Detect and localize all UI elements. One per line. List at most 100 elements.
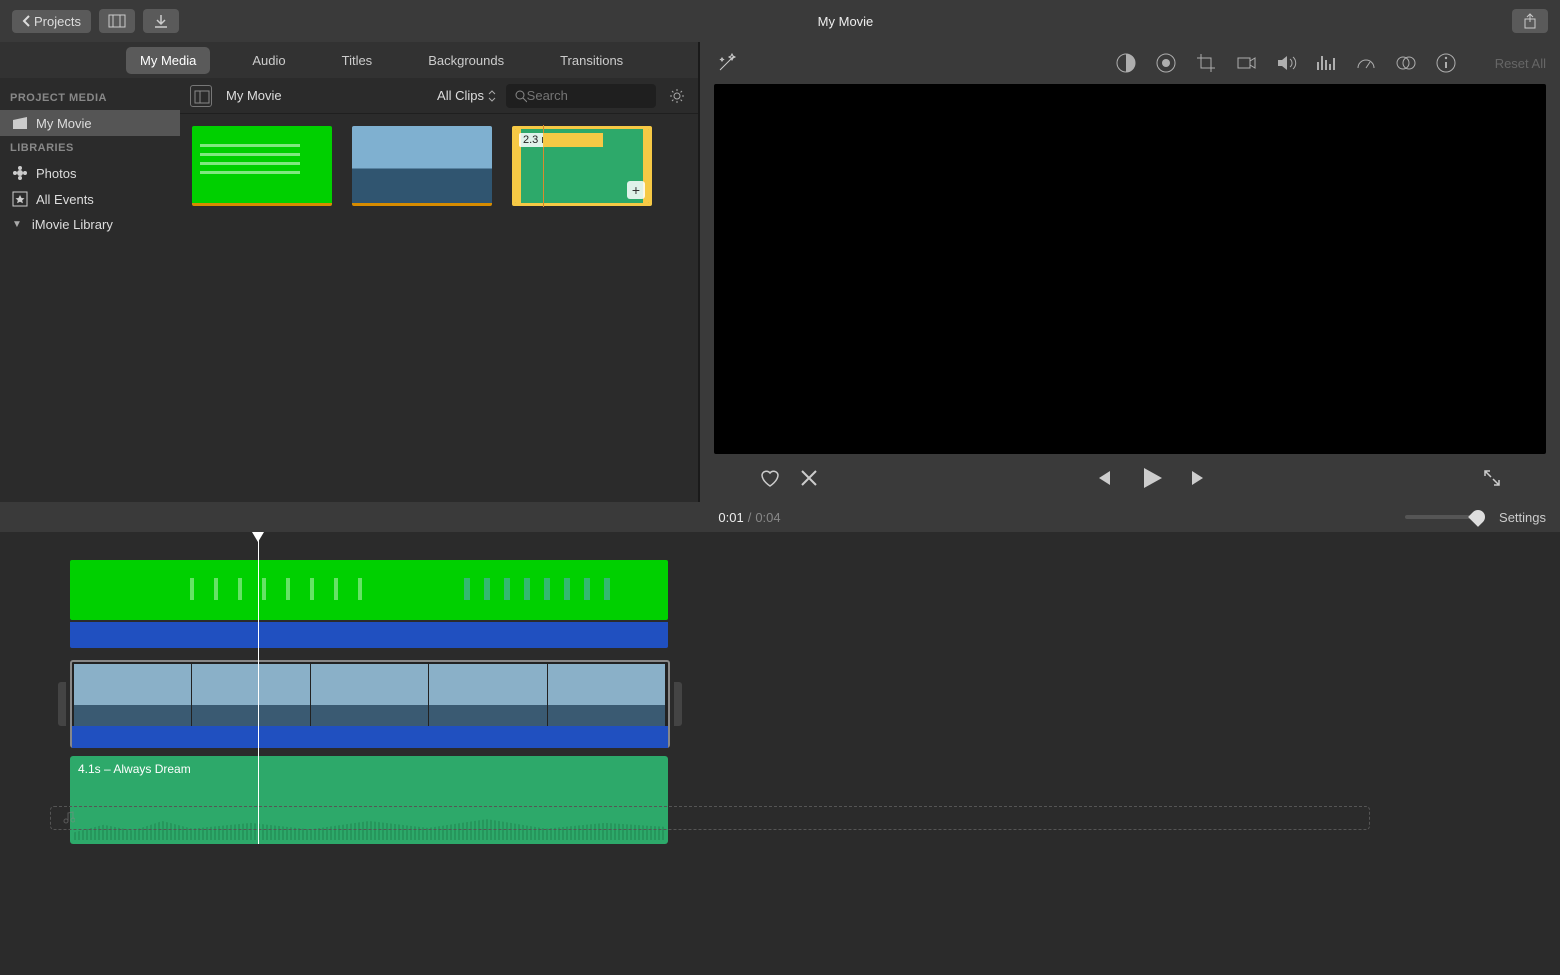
- timeline[interactable]: 4.1s – Always Dream: [0, 532, 1560, 844]
- timeline-zoom-slider[interactable]: [781, 515, 1499, 519]
- fullscreen-button[interactable]: [1482, 468, 1502, 488]
- reset-all-button[interactable]: Reset All: [1495, 56, 1546, 71]
- back-to-projects-button[interactable]: Projects: [12, 10, 91, 33]
- reject-button[interactable]: [798, 467, 820, 489]
- clip-filter-button[interactable]: [1395, 52, 1417, 74]
- back-label: Projects: [34, 14, 81, 29]
- clip-audio-track[interactable]: [70, 622, 668, 648]
- star-box-icon: [12, 191, 28, 207]
- import-button[interactable]: [143, 9, 179, 33]
- total-duration: 0:04: [755, 510, 780, 525]
- tab-titles[interactable]: Titles: [328, 47, 387, 74]
- video-layout-button[interactable]: [99, 9, 135, 33]
- disclosure-triangle-icon: ▼: [12, 219, 22, 230]
- x-icon: [798, 467, 820, 489]
- speaker-icon: [1275, 52, 1297, 74]
- auto-enhance-button[interactable]: [714, 50, 740, 76]
- sidebar: PROJECT MEDIA My Movie LIBRARIES Photos: [0, 78, 180, 502]
- speedometer-icon: [1355, 52, 1377, 74]
- clips-filter-dropdown[interactable]: All Clips: [437, 88, 496, 103]
- timeline-settings-button[interactable]: Settings: [1499, 510, 1546, 525]
- play-icon: [1137, 464, 1165, 492]
- share-button[interactable]: [1512, 9, 1548, 33]
- sidebar-item-all-events[interactable]: All Events: [0, 186, 180, 212]
- clip-content: [450, 578, 610, 600]
- sidebar-item-label: My Movie: [36, 116, 92, 131]
- clip-audio-track[interactable]: [72, 726, 668, 748]
- stabilization-button[interactable]: [1235, 52, 1257, 74]
- next-button[interactable]: [1189, 468, 1209, 488]
- clip-thumbnail[interactable]: [192, 126, 332, 206]
- clip-thumbnail[interactable]: [352, 126, 492, 206]
- search-input[interactable]: [527, 88, 648, 103]
- sidebar-item-imovie-library[interactable]: ▼ iMovie Library: [0, 212, 180, 237]
- project-media-header: PROJECT MEDIA: [0, 86, 180, 110]
- speed-button[interactable]: [1355, 52, 1377, 74]
- tab-transitions[interactable]: Transitions: [546, 47, 637, 74]
- camera-icon: [1235, 52, 1257, 74]
- tab-backgrounds[interactable]: Backgrounds: [414, 47, 518, 74]
- media-tabs: My Media Audio Titles Backgrounds Transi…: [0, 42, 698, 78]
- balance-icon: [1115, 52, 1137, 74]
- audio-clip-label: 4.1s – Always Dream: [78, 762, 191, 776]
- playhead[interactable]: [258, 532, 259, 844]
- clapperboard-icon: [12, 115, 28, 131]
- clip-trim-handle-left[interactable]: [58, 682, 66, 726]
- timeline-audio-clip[interactable]: 4.1s – Always Dream: [70, 756, 668, 844]
- search-box[interactable]: [506, 84, 656, 108]
- chevron-left-icon: [22, 15, 30, 27]
- clip-waveform: [543, 133, 643, 147]
- zoom-thumb[interactable]: [1468, 507, 1488, 527]
- play-button[interactable]: [1137, 464, 1165, 492]
- tab-my-media[interactable]: My Media: [126, 47, 210, 74]
- add-clip-button[interactable]: +: [627, 181, 645, 199]
- gear-icon: [668, 87, 686, 105]
- window-title: My Movie: [179, 14, 1512, 29]
- clip-content: [170, 578, 370, 600]
- download-icon: [153, 13, 169, 29]
- sidebar-item-label: All Events: [36, 192, 94, 207]
- equalizer-icon: [1315, 52, 1337, 74]
- libraries-header: LIBRARIES: [0, 136, 180, 160]
- noise-reduction-button[interactable]: [1315, 52, 1337, 74]
- photos-icon: [12, 165, 28, 181]
- music-note-icon: [61, 811, 75, 825]
- filmstrip-icon: [108, 14, 126, 28]
- volume-button[interactable]: [1275, 52, 1297, 74]
- color-correction-button[interactable]: [1155, 52, 1177, 74]
- clips-grid: 2.3 m +: [180, 114, 698, 502]
- adjustments-toolbar: Reset All: [700, 42, 1560, 84]
- current-time: 0:01: [718, 510, 743, 525]
- crop-icon: [1195, 52, 1217, 74]
- magic-wand-icon: [714, 50, 740, 76]
- previous-button[interactable]: [1093, 468, 1113, 488]
- event-name-label: My Movie: [226, 88, 282, 103]
- heart-icon: [758, 466, 782, 490]
- sidebar-item-my-movie[interactable]: My Movie: [0, 110, 180, 136]
- updown-icon: [488, 90, 496, 102]
- info-icon: [1435, 52, 1457, 74]
- sidebar-toggle-button[interactable]: [190, 85, 212, 107]
- browser-settings-button[interactable]: [666, 85, 688, 107]
- skip-back-icon: [1093, 468, 1113, 488]
- sidebar-item-label: iMovie Library: [32, 217, 113, 232]
- info-button[interactable]: [1435, 52, 1457, 74]
- color-balance-button[interactable]: [1115, 52, 1137, 74]
- panel-icon: [191, 86, 213, 108]
- crop-button[interactable]: [1195, 52, 1217, 74]
- timeline-main-clip[interactable]: [70, 660, 670, 748]
- skip-forward-icon: [1189, 468, 1209, 488]
- timeline-overlay-clip[interactable]: [70, 560, 668, 620]
- clip-thumbnail-selected[interactable]: 2.3 m +: [512, 126, 652, 206]
- color-wheel-icon: [1155, 52, 1177, 74]
- clip-trim-handle-right[interactable]: [674, 682, 682, 726]
- background-music-well[interactable]: [50, 806, 1370, 830]
- expand-icon: [1482, 468, 1502, 488]
- search-icon: [514, 89, 527, 103]
- sidebar-item-label: Photos: [36, 166, 76, 181]
- sidebar-item-photos[interactable]: Photos: [0, 160, 180, 186]
- favorite-button[interactable]: [758, 466, 782, 490]
- preview-viewer[interactable]: [714, 84, 1546, 454]
- tab-audio[interactable]: Audio: [238, 47, 299, 74]
- time-separator: /: [748, 510, 752, 525]
